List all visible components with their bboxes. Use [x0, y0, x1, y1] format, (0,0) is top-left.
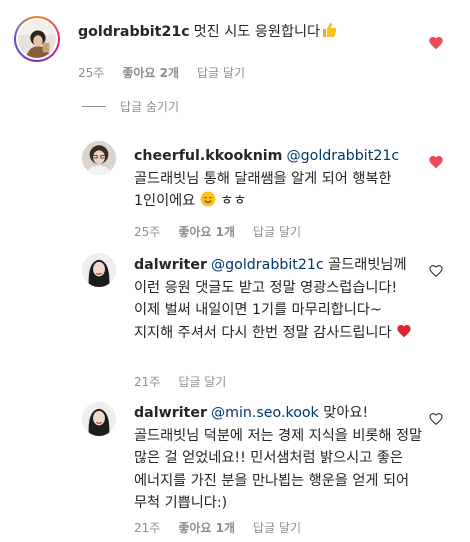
divider-line: [82, 106, 106, 107]
reply-button[interactable]: 답글 달기: [197, 66, 245, 80]
like-heart-icon[interactable]: [428, 35, 444, 51]
comment-text: goldrabbit21c 멋진 시도 응원합니다: [78, 21, 418, 44]
mention-link[interactable]: @goldrabbit21c: [286, 148, 399, 164]
avatar-photo-icon: [18, 20, 56, 58]
avatar-photo-icon: [82, 141, 116, 175]
reply-cheerful-kkooknim: cheerful.kkooknim @goldrabbit21c 골드래빗님 통해…: [0, 135, 470, 245]
like-heart-icon[interactable]: [428, 154, 444, 170]
comment-meta: 25주 좋아요 2개 답글 달기: [78, 64, 263, 81]
hide-replies-button[interactable]: 답글 숨기기: [82, 98, 179, 115]
reply-button[interactable]: 답글 달기: [253, 225, 301, 239]
reply-time[interactable]: 25주: [134, 225, 160, 239]
avatar[interactable]: [14, 16, 60, 62]
like-heart-outline-icon[interactable]: [428, 411, 444, 427]
comment-likes[interactable]: 좋아요 2개: [122, 66, 179, 80]
reply-username[interactable]: dalwriter: [134, 405, 207, 421]
hide-replies-label: 답글 숨기기: [120, 100, 180, 114]
reply-text: cheerful.kkooknim @goldrabbit21c 골드래빗님 통해…: [134, 145, 424, 213]
reply-likes[interactable]: 좋아요 1개: [178, 225, 235, 239]
reply-time[interactable]: 21주: [134, 375, 160, 389]
comment-goldrabbit21c: goldrabbit21c 멋진 시도 응원합니다 25주 좋아요 2개 답글 달기: [0, 0, 470, 95]
reply-username[interactable]: dalwriter: [134, 257, 207, 273]
red-heart-emoji-icon: [396, 322, 412, 345]
comment-body: 멋진 시도 응원합니다: [193, 24, 321, 40]
reply-text: dalwriter @min.seo.kook 맞아요! 골드래빗님 덕분에 저는…: [134, 402, 424, 515]
avatar[interactable]: [82, 141, 116, 175]
avatar[interactable]: [82, 253, 116, 287]
avatar-photo-icon: [82, 402, 116, 436]
mention-link[interactable]: @goldrabbit21c: [211, 257, 324, 273]
reply-body-tail: ㅎㅎ: [215, 193, 247, 209]
smile-emoji-icon: [200, 190, 216, 213]
mention-link[interactable]: @min.seo.kook: [211, 405, 319, 421]
reply-likes[interactable]: 좋아요 1개: [178, 521, 235, 535]
reply-button[interactable]: 답글 달기: [178, 375, 226, 389]
reply-dalwriter-2: dalwriter @min.seo.kook 맞아요! 골드래빗님 덕분에 저는…: [0, 395, 470, 542]
thumbs-up-icon: [321, 21, 337, 44]
comment-username[interactable]: goldrabbit21c: [78, 24, 190, 40]
reply-time[interactable]: 21주: [134, 521, 160, 535]
avatar[interactable]: [82, 402, 116, 436]
reply-body: 골드래빗님 통해 달래쌤을 알게 되어 행복한 1인이에요: [134, 170, 392, 210]
reply-meta: 25주 좋아요 1개 답글 달기: [134, 223, 319, 240]
comment-time[interactable]: 25주: [78, 66, 104, 80]
reply-username[interactable]: cheerful.kkooknim: [134, 148, 282, 164]
reply-dalwriter-1: dalwriter @goldrabbit21c 골드래빗님께 이런 응원 댓글도…: [0, 245, 470, 395]
reply-text: dalwriter @goldrabbit21c 골드래빗님께 이런 응원 댓글도…: [134, 254, 419, 344]
avatar-photo-icon: [82, 253, 116, 287]
reply-meta: 21주 답글 달기: [134, 373, 244, 390]
reply-button[interactable]: 답글 달기: [253, 521, 301, 535]
reply-meta: 21주 좋아요 1개 답글 달기: [134, 519, 319, 536]
like-heart-outline-icon[interactable]: [428, 263, 444, 279]
